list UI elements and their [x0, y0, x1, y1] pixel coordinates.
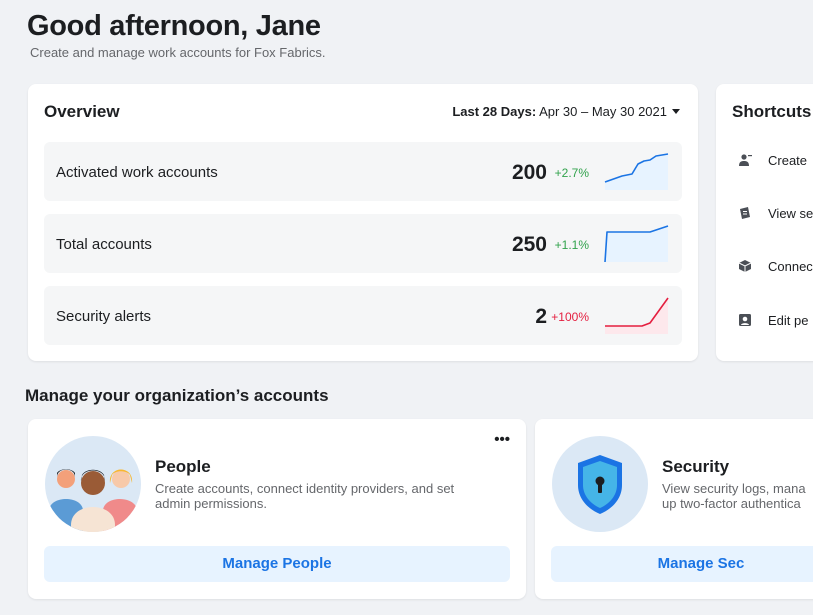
shortcut-label: Create: [768, 153, 808, 168]
cube-icon: [738, 260, 752, 272]
section-title: Manage your organization’s accounts: [25, 386, 329, 405]
security-title: Security: [662, 457, 730, 476]
security-description-line: up two-factor authentica: [662, 496, 801, 511]
manage-security-button[interactable]: Manage Sec: [551, 546, 813, 582]
profile-icon: [739, 314, 751, 326]
shortcuts-card: Shortcuts Create View se Connec Edit pe: [716, 84, 813, 361]
shortcut-label: Edit pe: [768, 313, 809, 328]
add-person-icon: [739, 154, 752, 166]
people-card: ••• People Create accounts, connect iden…: [28, 419, 526, 599]
date-range-dropdown[interactable]: Last 28 Days: Apr 30 – May 30 2021: [452, 104, 680, 119]
more-options-icon[interactable]: •••: [494, 431, 510, 448]
overview-card: Overview Last 28 Days: Apr 30 – May 30 2…: [28, 84, 698, 361]
caret-down-icon: [672, 109, 680, 114]
people-description-line: Create accounts, connect identity provid…: [155, 481, 455, 496]
metric-change: +100%: [551, 310, 589, 324]
security-card: Security View security logs, mana up two…: [535, 419, 813, 599]
shield-keyhole-icon: [552, 436, 648, 532]
metric-value: 2: [535, 305, 547, 328]
date-range-value: Apr 30 – May 30 2021: [539, 104, 667, 119]
people-group-icon: [45, 436, 141, 532]
page-subtitle: Create and manage work accounts for Fox …: [30, 45, 326, 60]
security-description-line: View security logs, mana: [662, 481, 806, 496]
page-title: Good afternoon, Jane: [27, 10, 321, 42]
sparkline-total: [604, 225, 669, 262]
shortcut-label: View se: [768, 206, 813, 221]
security-log-icon: [740, 207, 750, 219]
people-title: People: [155, 457, 211, 476]
metric-row-security-alerts[interactable]: Security alerts 2 +100%: [44, 286, 682, 345]
overview-title: Overview: [44, 102, 120, 121]
metric-row-activated[interactable]: Activated work accounts 200 +2.7%: [44, 142, 682, 201]
metric-value: 250: [511, 233, 547, 256]
manage-people-button[interactable]: Manage People: [44, 546, 510, 582]
security-description: View security logs, mana up two-factor a…: [662, 481, 806, 511]
metric-row-total[interactable]: Total accounts 250 +1.1%: [44, 214, 682, 273]
metric-change: +1.1%: [554, 238, 589, 252]
metric-value: 200: [511, 161, 547, 184]
sparkline-activated: [604, 153, 669, 190]
metric-change: +2.7%: [554, 166, 589, 180]
people-description-line: admin permissions.: [155, 496, 267, 511]
metric-label: Security alerts: [56, 308, 152, 325]
metric-label: Total accounts: [56, 236, 152, 253]
people-description: Create accounts, connect identity provid…: [155, 481, 454, 511]
date-range-label: Last 28 Days:: [452, 104, 537, 119]
shortcut-label: Connec: [768, 259, 813, 274]
shortcuts-title: Shortcuts: [732, 102, 812, 121]
metric-label: Activated work accounts: [56, 164, 218, 181]
sparkline-security-alerts: [605, 297, 669, 334]
